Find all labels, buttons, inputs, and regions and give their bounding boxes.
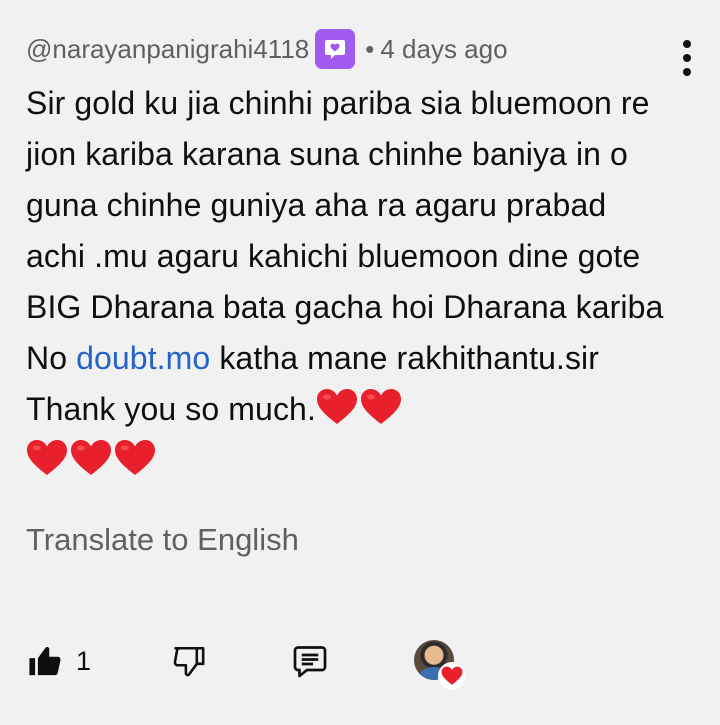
comment-text-part1: Sir gold ku jia chinhi pariba sia bluemo… (26, 85, 664, 376)
reply-button[interactable] (292, 638, 328, 684)
dislike-button[interactable] (172, 638, 206, 684)
heart-emoji-icon (27, 440, 67, 475)
member-badge-icon (315, 29, 356, 69)
menu-dot (683, 68, 691, 76)
menu-dot (683, 40, 691, 48)
heart-emoji-group (26, 439, 156, 477)
heart-emoji-icon (316, 389, 357, 424)
menu-dot (683, 54, 691, 62)
more-vertical-icon[interactable] (672, 40, 702, 76)
comment-body: Sir gold ku jia chinhi pariba sia bluemo… (26, 78, 666, 486)
comment: @narayanpanigrahi4118 • 4 days ago Sir g… (26, 28, 666, 486)
comment-link[interactable]: doubt.mo (76, 340, 210, 376)
heart-emoji-icon (71, 440, 111, 475)
thumbs-up-icon (29, 646, 61, 676)
comment-timestamp: 4 days ago (380, 33, 508, 64)
heart-emoji-icon (115, 440, 155, 475)
comment-header: @narayanpanigrahi4118 • 4 days ago (26, 28, 666, 70)
creator-heart (414, 640, 466, 690)
heart-emoji-group (316, 388, 402, 426)
author-handle[interactable]: @narayanpanigrahi4118 (26, 34, 309, 65)
comment-actions: 1 (26, 638, 486, 690)
translate-button[interactable]: Translate to English (26, 522, 299, 558)
like-count: 1 (76, 645, 92, 676)
reply-comment-icon (293, 646, 327, 678)
thumbs-down-icon (173, 646, 205, 677)
creator-heart-icon (438, 662, 466, 690)
header-separator: • (365, 33, 375, 64)
heart-emoji-icon (360, 389, 401, 424)
like-button[interactable]: 1 (28, 638, 91, 684)
